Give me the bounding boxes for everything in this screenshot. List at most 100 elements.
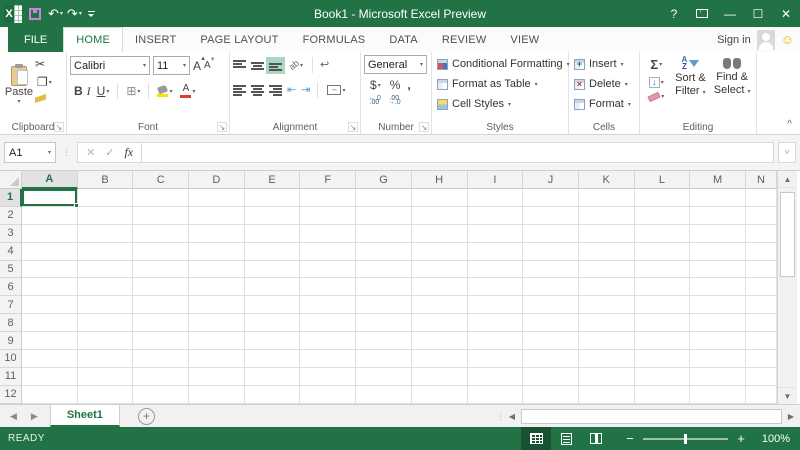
cell-a5[interactable] [22,260,78,279]
cell-h1[interactable] [411,189,468,207]
horizontal-scrollbar[interactable]: ◀ ▶ [505,405,800,427]
cell-f5[interactable] [300,260,357,279]
font-family-select[interactable]: Calibri ▾ [70,56,150,75]
cell-j7[interactable] [523,296,579,315]
cell-e4[interactable] [244,242,301,261]
save-button[interactable] [26,7,44,20]
cell-l2[interactable] [634,206,691,225]
autosum-button[interactable]: Σ ▾ [643,56,670,73]
cell-l9[interactable] [634,332,691,351]
cell-h3[interactable] [411,224,468,243]
cell-k3[interactable] [578,224,635,243]
cell-k5[interactable] [578,260,635,279]
scroll-left-button[interactable]: ◀ [505,412,519,421]
cancel-button[interactable]: ✕ [86,146,95,159]
cell-n6[interactable] [745,278,777,297]
help-button[interactable]: ? [660,0,688,27]
cell-d5[interactable] [189,260,245,279]
close-button[interactable]: ✕ [772,0,800,27]
tab-formulas[interactable]: FORMULAS [291,27,378,52]
cell-e9[interactable] [244,332,301,351]
cell-h8[interactable] [411,314,468,333]
cell-l7[interactable] [634,296,691,315]
paste-button[interactable]: Paste ▾ [3,54,35,116]
cell-e2[interactable] [244,206,301,225]
cell-f7[interactable] [300,296,357,315]
cell-j5[interactable] [523,260,579,279]
align-left-button[interactable] [233,84,246,96]
format-cells-button[interactable]: Format ▾ [572,94,636,114]
increase-font-size-button[interactable]: A ▲ [193,56,206,73]
cell-g5[interactable] [356,260,412,279]
wrap-text-button[interactable]: ↩ [320,59,329,71]
cell-h6[interactable] [411,278,468,297]
middle-align-button[interactable] [251,59,264,71]
formula-bar-splitter[interactable]: ⋮ [62,147,71,158]
cell-j10[interactable] [523,350,579,368]
font-dialog-launcher[interactable]: ↘ [217,122,227,132]
cell-f1[interactable] [300,189,357,207]
cell-b5[interactable] [77,260,134,279]
cell-h10[interactable] [411,350,468,368]
cell-h2[interactable] [411,206,468,225]
cell-l3[interactable] [634,224,691,243]
borders-button[interactable]: ⊞ ▾ [124,84,142,98]
column-header-n[interactable]: N [745,171,777,189]
column-header-c[interactable]: C [133,171,190,189]
column-header-e[interactable]: E [244,171,301,189]
cell-m12[interactable] [690,385,746,404]
column-header-k[interactable]: K [578,171,635,189]
undo-button[interactable]: ↶ ▾ [48,7,63,20]
insert-function-button[interactable]: fx [124,145,133,160]
cell-d3[interactable] [189,224,245,243]
avatar[interactable] [756,29,775,50]
cell-c12[interactable] [133,385,190,404]
feedback-smiley-icon[interactable]: ☺ [781,32,794,47]
zoom-slider[interactable] [643,433,728,444]
cell-i1[interactable] [467,189,524,207]
cell-a6[interactable] [22,278,78,297]
cell-j12[interactable] [523,385,579,404]
increase-indent-button[interactable]: ⇥ [301,84,310,96]
cell-j1[interactable] [523,189,579,207]
cell-e6[interactable] [244,278,301,297]
cell-i5[interactable] [467,260,524,279]
decrease-decimal-button[interactable]: .00 →.0 [388,95,401,106]
cell-m9[interactable] [690,332,746,351]
italic-button[interactable]: I [87,84,91,99]
cell-i4[interactable] [467,242,524,261]
cell-d4[interactable] [189,242,245,261]
cell-c2[interactable] [133,206,190,225]
cell-j2[interactable] [523,206,579,225]
cell-e7[interactable] [244,296,301,315]
tab-home[interactable]: HOME [63,27,124,52]
cell-a2[interactable] [22,206,78,225]
normal-view-button[interactable] [521,427,551,450]
decrease-indent-button[interactable]: ⇤ [287,84,296,96]
cell-f10[interactable] [300,350,357,368]
fill-color-button[interactable]: ▾ [155,84,174,98]
tab-data[interactable]: DATA [377,27,430,52]
cell-g11[interactable] [356,367,412,386]
cell-e10[interactable] [244,350,301,368]
cell-h7[interactable] [411,296,468,315]
maximize-button[interactable]: ☐ [744,0,772,27]
delete-cells-button[interactable]: Delete ▾ [572,74,636,94]
find-select-button[interactable]: Find & Select ▾ [711,54,753,120]
cell-c10[interactable] [133,350,190,368]
cell-g1[interactable] [356,189,412,207]
customize-qat-button[interactable] [87,10,95,17]
cell-n4[interactable] [745,242,777,261]
cell-g7[interactable] [356,296,412,315]
column-header-b[interactable]: B [77,171,134,189]
cell-b2[interactable] [77,206,134,225]
cell-n11[interactable] [745,367,777,386]
cell-n8[interactable] [745,314,777,333]
ribbon-display-options-button[interactable] [688,0,716,27]
cell-e3[interactable] [244,224,301,243]
cell-d10[interactable] [189,350,245,368]
zoom-out-button[interactable]: − [625,431,635,446]
cell-h11[interactable] [411,367,468,386]
number-format-dropdown[interactable]: ▾ [420,61,423,68]
enter-button[interactable]: ✓ [105,146,114,159]
